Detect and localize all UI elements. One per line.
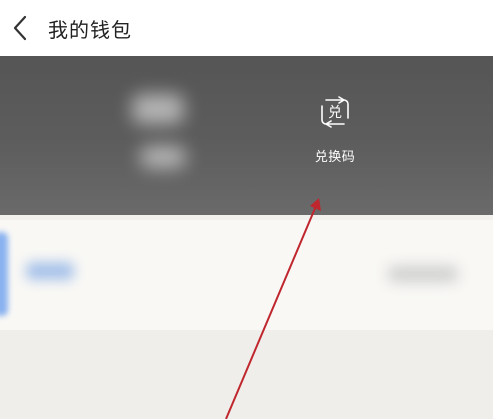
redeem-code-label: 兑换码 [314, 150, 356, 165]
wallet-card-row[interactable] [0, 220, 493, 330]
app-header: 我的钱包 [0, 0, 493, 56]
blurred-card-label [26, 262, 74, 280]
blurred-balance-top [132, 94, 184, 124]
card-accent-bar [0, 232, 8, 316]
svg-text:兑: 兑 [328, 105, 342, 121]
page-title: 我的钱包 [48, 18, 132, 42]
wallet-banner: 兑 兑换码 [0, 56, 493, 215]
redeem-exchange-icon: 兑 [321, 96, 349, 128]
blurred-balance-bottom [140, 146, 186, 168]
redeem-code-button[interactable]: 兑 兑换码 [300, 84, 370, 174]
blurred-card-value [388, 266, 458, 282]
lower-content-area [0, 330, 493, 419]
back-button[interactable] [8, 12, 36, 44]
chevron-left-icon [13, 15, 27, 41]
